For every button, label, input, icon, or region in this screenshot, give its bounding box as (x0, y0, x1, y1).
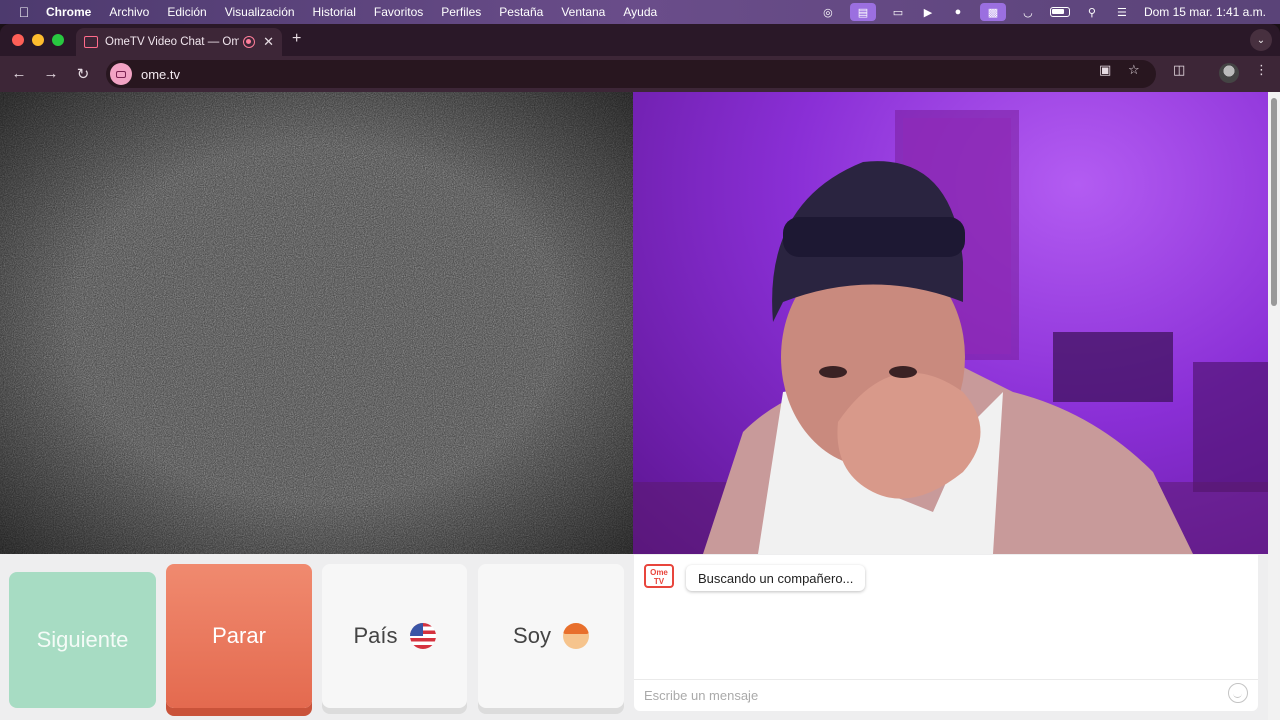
wifi-icon[interactable]: ◡ (1020, 5, 1036, 19)
page-scrollbar[interactable] (1268, 92, 1280, 720)
webcam-person-image (633, 110, 1268, 554)
message-input[interactable] (644, 682, 1214, 708)
forward-arrow-icon[interactable]: → (42, 65, 60, 82)
menu-favoritos[interactable]: Favoritos (374, 5, 423, 19)
chat-panel: Ome TV Buscando un compañero... (634, 555, 1258, 711)
gender-button-label: Soy (513, 623, 551, 648)
ometv-logo-icon: Ome TV (644, 564, 674, 588)
status-play-icon[interactable]: ▶ (920, 5, 936, 19)
status-screen-share-icon[interactable]: ▤ (849, 3, 876, 21)
cast-icon[interactable]: ▣ (1099, 62, 1111, 78)
tab-ometv[interactable]: OmeTV Video Chat — Ome ✕ (76, 28, 282, 56)
chrome-menu-icon[interactable]: ⋮ (1255, 62, 1268, 78)
menu-ventana[interactable]: Ventana (561, 5, 605, 19)
menu-archivo[interactable]: Archivo (109, 5, 149, 19)
tab-title: OmeTV Video Chat — Ome (105, 36, 240, 48)
minimize-window-button[interactable] (32, 34, 44, 46)
close-tab-icon[interactable]: ✕ (263, 34, 274, 50)
menu-perfiles[interactable]: Perfiles (441, 5, 481, 19)
scrollbar-thumb[interactable] (1271, 98, 1277, 306)
close-window-button[interactable] (12, 34, 24, 46)
address-bar[interactable]: ome.tv (106, 60, 1156, 88)
country-select-button[interactable]: País (322, 564, 467, 708)
reload-icon[interactable]: ↻ (74, 65, 92, 83)
next-button-label: Siguiente (36, 627, 129, 652)
menu-pestana[interactable]: Pestaña (499, 5, 543, 19)
status-globe-icon[interactable]: ◎ (820, 5, 836, 19)
us-flag-icon (409, 623, 436, 649)
menu-app-name[interactable]: Chrome (46, 5, 91, 19)
profile-avatar[interactable] (1219, 63, 1239, 83)
menu-clock[interactable]: Dom 15 mar. 1:41 a.m. (1144, 5, 1266, 19)
apple-icon[interactable]:  (16, 4, 32, 20)
battery-icon[interactable] (1049, 7, 1070, 17)
macos-menu-bar:  Chrome Archivo Edición Visualización H… (0, 0, 1280, 24)
country-button-label: País (353, 623, 398, 648)
fullscreen-window-button[interactable] (52, 34, 64, 46)
tab-search-chevron-icon[interactable]: ⌄ (1250, 29, 1272, 51)
extensions-icon[interactable]: ◫ (1173, 62, 1185, 78)
status-message-bubble: Buscando un compañero... (686, 565, 866, 591)
menu-visualizacion[interactable]: Visualización (225, 5, 295, 19)
boy-avatar-icon (562, 623, 589, 649)
gender-select-button[interactable]: Soy (478, 564, 624, 708)
chat-divider (634, 679, 1258, 680)
ometv-page: Siguiente Parar País Soy Ome TV Buscando… (0, 92, 1268, 720)
status-mirroring-icon[interactable]: ▩ (979, 3, 1006, 21)
tab-strip: OmeTV Video Chat — Ome ✕ + ⌄ (0, 24, 1280, 56)
spotlight-search-icon[interactable]: ⚲ (1084, 5, 1100, 19)
next-button[interactable]: Siguiente (9, 572, 156, 708)
chrome-window: OmeTV Video Chat — Ome ✕ + ⌄ ← → ↻ ome.t… (0, 24, 1280, 720)
browser-toolbar: ← → ↻ ome.tv ▣ ☆ ◫ ⋮ (0, 56, 1280, 92)
menu-historial[interactable]: Historial (313, 5, 356, 19)
site-camera-icon[interactable] (110, 63, 132, 85)
bookmark-star-icon[interactable]: ☆ (1128, 62, 1140, 78)
back-arrow-icon[interactable]: ← (10, 65, 28, 82)
control-center-icon[interactable]: ☰ (1114, 5, 1130, 19)
stop-button-label: Parar (212, 623, 266, 648)
url-text[interactable]: ome.tv (141, 67, 180, 82)
recording-indicator-icon (243, 36, 256, 48)
ometv-favicon-icon (84, 36, 98, 48)
emoji-smiley-icon[interactable] (1228, 683, 1248, 703)
status-user-icon[interactable]: ● (950, 5, 966, 19)
stop-button[interactable]: Parar (166, 564, 312, 708)
static-noise-image (0, 92, 633, 554)
own-camera-video (633, 92, 1268, 554)
new-tab-button[interactable]: + (292, 30, 301, 48)
partner-video-static (0, 92, 633, 554)
menu-ayuda[interactable]: Ayuda (623, 5, 657, 19)
menu-edicion[interactable]: Edición (167, 5, 206, 19)
status-display-icon[interactable]: ▭ (890, 5, 906, 19)
